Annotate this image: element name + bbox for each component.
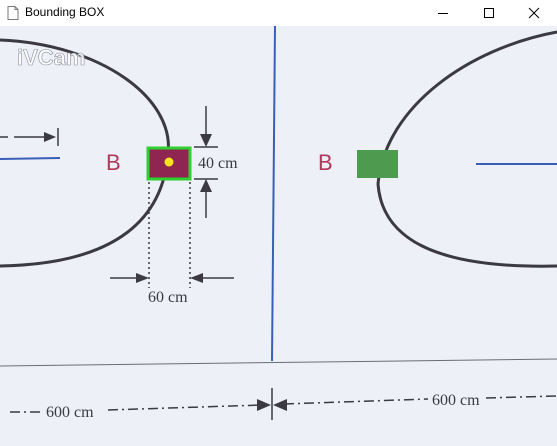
left-zone-letter: B (106, 150, 121, 175)
close-button[interactable] (511, 0, 557, 26)
window-title: Bounding BOX (25, 5, 105, 19)
close-icon (528, 7, 540, 19)
app-window: Bounding BOX B B 40 cm 60 cm 600 cm 600 … (0, 0, 557, 446)
title-bar[interactable]: Bounding BOX (0, 0, 557, 26)
detection-center-point (164, 157, 174, 167)
camera-view: B B 40 cm 60 cm 600 cm 600 cm iVCam (0, 26, 557, 446)
right-zone-letter: B (318, 150, 333, 175)
paper-background (0, 26, 557, 446)
app-icon (7, 6, 19, 20)
right-green-marker (357, 150, 398, 178)
height-dim-label: 40 cm (198, 155, 238, 172)
camera-frame: B B 40 cm 60 cm 600 cm 600 cm iVCam (0, 26, 557, 446)
maximize-button[interactable] (466, 0, 512, 26)
left-blue-line (0, 157, 61, 160)
bottom-right-dim-label: 600 cm (432, 392, 480, 409)
ivcam-watermark: iVCam (17, 45, 85, 70)
maximize-icon (484, 8, 494, 18)
width-dim-label: 60 cm (148, 289, 188, 306)
bottom-left-dim-label: 600 cm (46, 404, 94, 421)
minimize-button[interactable] (420, 0, 466, 26)
minimize-icon (438, 13, 448, 14)
